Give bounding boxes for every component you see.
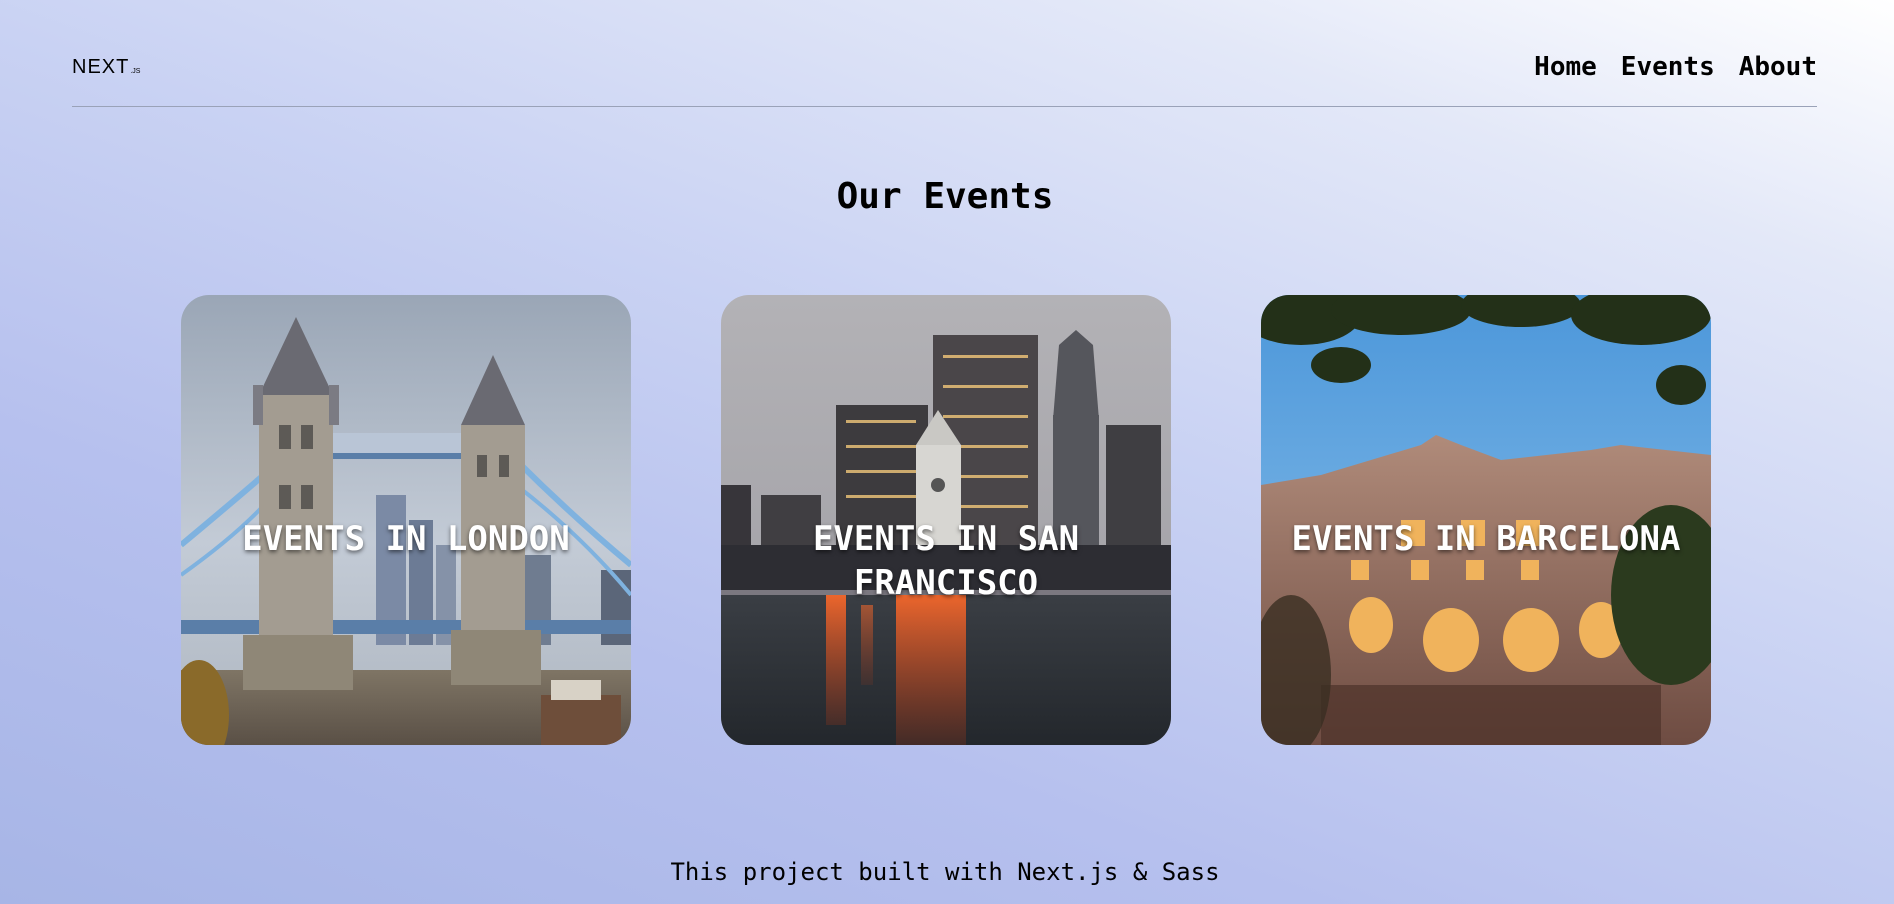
event-card-barcelona[interactable]: EVENTS IN BARCELONA	[1261, 295, 1711, 745]
site-header: NEXT.JS Home Events About	[72, 40, 1817, 107]
main-nav: Home Events About	[1534, 52, 1817, 83]
nav-about-link[interactable]: About	[1739, 52, 1817, 83]
footer-text: This project built with Next.js & Sass	[670, 858, 1220, 886]
nav-events-link[interactable]: Events	[1621, 52, 1715, 83]
page-title: Our Events	[836, 176, 1054, 217]
logo-main-text: NEXT	[72, 56, 130, 78]
event-card-san-francisco[interactable]: EVENTS IN SAN FRANCISCO	[721, 295, 1171, 745]
nav-home-link[interactable]: Home	[1534, 52, 1597, 83]
card-label-london: EVENTS IN LONDON	[242, 519, 570, 559]
card-label-barcelona: EVENTS IN BARCELONA	[1291, 519, 1681, 559]
nextjs-logo[interactable]: NEXT.JS	[72, 57, 140, 77]
event-card-london[interactable]: EVENTS IN LONDON	[181, 295, 631, 745]
logo-suffix-text: .JS	[130, 68, 141, 75]
card-label-san-francisco: EVENTS IN SAN FRANCISCO	[812, 519, 1080, 603]
